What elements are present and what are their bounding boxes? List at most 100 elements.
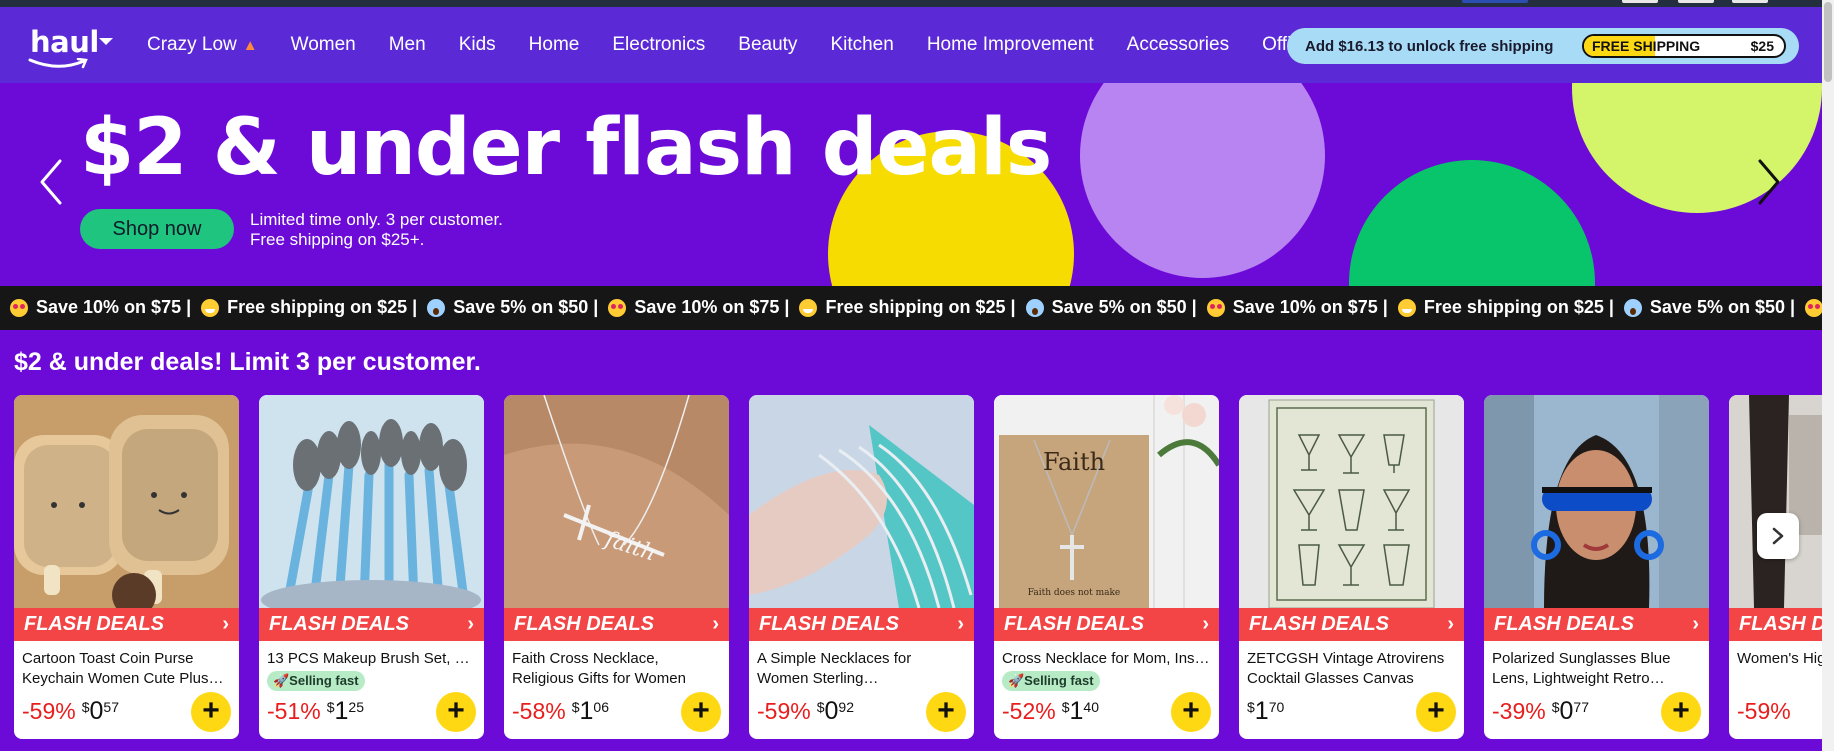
price: -59% $ 0 92	[757, 698, 854, 725]
hero-banner: $2 & under flash deals Shop now Limited …	[0, 83, 1822, 286]
logo-dropdown-chevron-icon[interactable]	[99, 38, 113, 45]
plus-icon: +	[692, 694, 710, 727]
scrollbar-thumb[interactable]	[1824, 2, 1832, 82]
nav-item-home[interactable]: Home	[529, 34, 580, 56]
decor-circle	[1349, 160, 1595, 286]
price-whole: 0	[1559, 697, 1574, 725]
discount-percent: -52%	[1002, 698, 1056, 724]
flash-deals-banner[interactable]: FLASH DEALS ›	[504, 608, 729, 641]
product-card[interactable]: faith FLASH DEALS › Faith Cross Necklace,…	[504, 395, 729, 739]
add-to-cart-button[interactable]: +	[926, 692, 966, 732]
page-scrollbar[interactable]	[1822, 0, 1834, 751]
grin-emoji-icon	[201, 298, 220, 317]
price-currency: $	[571, 699, 580, 715]
nav-item-home-improvement[interactable]: Home Improvement	[927, 34, 1094, 56]
flash-label: FLASH DEALS	[269, 613, 409, 635]
nav-item-men[interactable]: Men	[389, 34, 426, 56]
flash-label: FLASH DEALS	[1249, 613, 1389, 635]
nav-item-accessories[interactable]: Accessories	[1127, 34, 1229, 56]
heart-eyes-emoji-icon	[608, 298, 627, 317]
product-card[interactable]: FLASH DEALS › ZETCGSH Vintage Atrovirens …	[1239, 395, 1464, 739]
product-image: faith	[504, 395, 729, 608]
grin-emoji-icon	[1397, 298, 1416, 317]
hero-subtitle: Limited time only. 3 per customer. Free …	[250, 210, 503, 250]
price-currency: $	[326, 699, 335, 715]
product-image	[1484, 395, 1709, 608]
price-cents: 25	[348, 699, 364, 715]
marquee-item: Save 10% on $75 |	[10, 297, 191, 318]
flash-deals-banner[interactable]: FLASH DEALS ›	[1484, 608, 1709, 641]
add-to-cart-button[interactable]: +	[1416, 692, 1456, 732]
price: -51% $ 1 25	[267, 698, 364, 725]
scream-emoji-icon	[427, 298, 446, 317]
flash-deals-banner[interactable]: FLASH DEALS	[1729, 608, 1822, 641]
nav-item-kitchen[interactable]: Kitchen	[830, 34, 893, 56]
chevron-right-icon: ›	[957, 613, 964, 635]
price-currency: $	[816, 699, 825, 715]
flash-deals-banner[interactable]: FLASH DEALS ›	[1239, 608, 1464, 641]
price-currency: $	[1551, 699, 1560, 715]
flash-label: FLASH DEALS	[1004, 613, 1144, 635]
discount-percent: -59%	[22, 698, 76, 724]
flash-deals-banner[interactable]: FLASH DEALS ›	[14, 608, 239, 641]
product-card[interactable]: FLASH DEALS › A Simple Necklaces for Wome…	[749, 395, 974, 739]
product-title: Cartoon Toast Coin Purse Keychain Women …	[22, 650, 224, 687]
shipping-message: Add $16.13 to unlock free shipping	[1305, 37, 1554, 55]
promo-marquee: )Save 10% on $75 |Free shipping on $25 |…	[0, 286, 1822, 330]
add-to-cart-button[interactable]: +	[1661, 692, 1701, 732]
faith-card-title: Faith	[1043, 448, 1105, 476]
plus-icon: +	[1182, 694, 1200, 727]
decor-circle	[1080, 83, 1325, 278]
flash-deals-banner[interactable]: FLASH DEALS ›	[259, 608, 484, 641]
shop-now-button[interactable]: Shop now	[80, 209, 234, 249]
plus-icon: +	[937, 694, 955, 727]
product-title: Women's High Rise Yoga…	[1737, 650, 1822, 667]
nav-item-crazy-low[interactable]: Crazy Low ▲	[147, 34, 258, 56]
chevron-right-icon: ›	[222, 613, 229, 635]
price-cents: 70	[1268, 699, 1285, 715]
add-to-cart-button[interactable]: +	[1171, 692, 1211, 732]
shipping-label: FREE SHIPPING	[1592, 38, 1701, 54]
nav-item-electronics[interactable]: Electronics	[612, 34, 705, 56]
carousel-next-icon[interactable]	[1754, 157, 1784, 207]
discount-percent: -59%	[757, 698, 811, 724]
carousel-next-button[interactable]	[1757, 513, 1799, 559]
product-card[interactable]: Faith Faith does not make FLASH DEALS › C…	[994, 395, 1219, 739]
product-image: Faith Faith does not make	[994, 395, 1219, 608]
chevron-right-icon: ›	[467, 613, 474, 635]
price-currency: $	[81, 699, 90, 715]
top-strip-tab	[1678, 0, 1714, 3]
nav-item-kids[interactable]: Kids	[459, 34, 496, 56]
marquee-item: Save 10% on $75 |	[608, 297, 789, 318]
carousel-prev-icon[interactable]	[36, 157, 66, 207]
product-card[interactable]: FLASH DEALS Women's High Rise Yoga… -59%	[1729, 395, 1822, 739]
price-currency: $	[1247, 699, 1255, 715]
flash-label: FLASH DEALS	[759, 613, 899, 635]
add-to-cart-button[interactable]: +	[191, 692, 231, 732]
free-shipping-progress[interactable]: Add $16.13 to unlock free shipping FREE …	[1287, 28, 1799, 64]
flash-deals-banner[interactable]: FLASH DEALS ›	[749, 608, 974, 641]
product-card[interactable]: FLASH DEALS › Polarized Sunglasses Blue L…	[1484, 395, 1709, 739]
product-card[interactable]: FLASH DEALS › 13 PCS Makeup Brush Set, … …	[259, 395, 484, 739]
marquee-track: )Save 10% on $75 |Free shipping on $25 |…	[0, 297, 1822, 318]
browser-top-strip	[0, 0, 1834, 7]
plus-icon: +	[447, 694, 465, 727]
selling-fast-badge: 🚀Selling fast	[1002, 671, 1100, 691]
add-to-cart-button[interactable]: +	[681, 692, 721, 732]
add-to-cart-button[interactable]: +	[436, 692, 476, 732]
flash-deals-banner[interactable]: FLASH DEALS ›	[994, 608, 1219, 641]
site-header: haul Crazy Low ▲ Women Men Kids Home Elec…	[0, 7, 1822, 83]
price-whole: 1	[334, 697, 349, 725]
nav-item-beauty[interactable]: Beauty	[738, 34, 797, 56]
nav-item-women[interactable]: Women	[291, 34, 356, 56]
grin-emoji-icon	[799, 298, 818, 317]
product-title: ZETCGSH Vintage Atrovirens Cocktail Glas…	[1247, 650, 1445, 687]
discount-percent: -58%	[512, 698, 566, 724]
haul-logo[interactable]: haul	[28, 25, 118, 75]
flash-label: FLASH DEALS	[24, 613, 164, 635]
logo-smile-icon	[28, 58, 88, 69]
marquee-item-text: Free shipping on $25 |	[825, 297, 1016, 317]
plus-icon: +	[1672, 694, 1690, 727]
price-whole: 1	[579, 697, 594, 725]
product-card[interactable]: FLASH DEALS › Cartoon Toast Coin Purse Ke…	[14, 395, 239, 739]
